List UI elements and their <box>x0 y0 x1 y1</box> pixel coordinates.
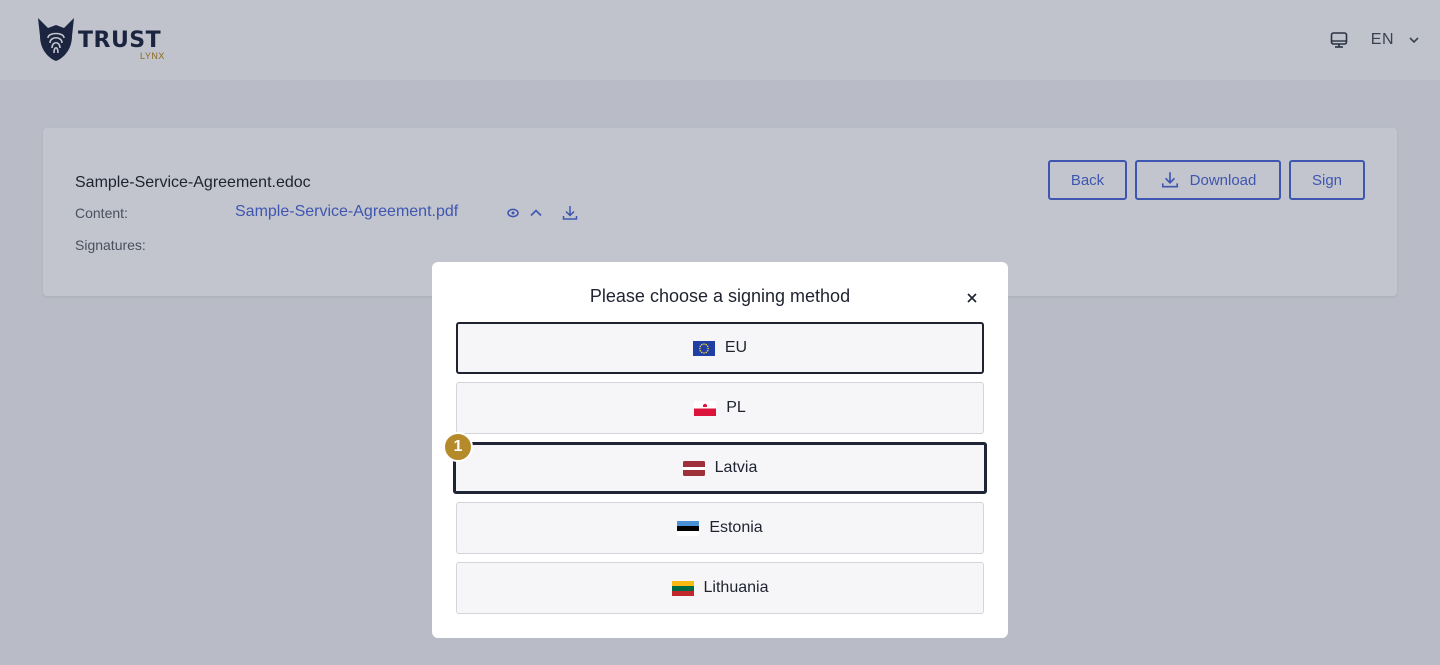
signing-option-estonia[interactable]: Estonia <box>456 502 984 554</box>
content-label: Content: <box>75 205 128 221</box>
back-button-label: Back <box>1070 171 1105 189</box>
signing-option-latvia[interactable]: 1 Latvia <box>443 432 987 494</box>
estonia-flag-icon <box>677 520 700 536</box>
signing-option-pl[interactable]: PL <box>456 382 984 434</box>
signing-option-lithuania[interactable]: Lithuania <box>456 562 984 614</box>
option-label: PL <box>726 399 746 416</box>
trust-lynx-logo[interactable]: TRUST LYNX <box>36 16 186 64</box>
signing-method-dialog: Please choose a signing method EU PL 1 L… <box>432 262 1008 638</box>
close-icon[interactable] <box>965 291 979 305</box>
monitor-icon[interactable] <box>1329 30 1349 50</box>
signatures-label: Signatures: <box>75 237 146 253</box>
sign-button[interactable]: Sign <box>1289 160 1365 200</box>
option-label: EU <box>724 339 748 356</box>
option-label: Lithuania <box>703 579 769 596</box>
download-icon <box>1161 172 1178 188</box>
file-name: Sample-Service-Agreement.edoc <box>75 174 311 191</box>
top-bar: TRUST LYNX EN <box>0 0 1440 80</box>
language-selector[interactable]: EN <box>1371 31 1394 49</box>
lynx-logo-icon <box>38 18 74 61</box>
latvia-flag-icon <box>682 460 705 476</box>
preview-eye-icon[interactable] <box>507 207 519 219</box>
dialog-title: Please choose a signing method <box>589 286 851 306</box>
sign-button-label: Sign <box>1311 171 1343 189</box>
eu-flag-icon <box>692 340 715 356</box>
content-file-link[interactable]: Sample-Service-Agreement.pdf <box>235 203 458 221</box>
chevron-down-icon[interactable] <box>1408 34 1420 46</box>
poland-flag-icon <box>694 400 717 416</box>
file-download-icon[interactable] <box>561 204 579 222</box>
brand-wordmark: TRUST <box>78 28 162 53</box>
chevron-up-icon[interactable] <box>529 206 543 220</box>
option-label: Estonia <box>709 519 763 536</box>
option-label: Latvia <box>714 459 758 476</box>
back-button[interactable]: Back <box>1048 160 1127 200</box>
lithuania-flag-icon <box>671 580 694 596</box>
download-button[interactable]: Download <box>1135 160 1281 200</box>
download-button-label: Download <box>1189 171 1257 189</box>
step-number-badge: 1 <box>443 432 473 462</box>
signing-option-eu[interactable]: EU <box>456 322 984 374</box>
brand-subtitle: LYNX <box>140 51 165 61</box>
